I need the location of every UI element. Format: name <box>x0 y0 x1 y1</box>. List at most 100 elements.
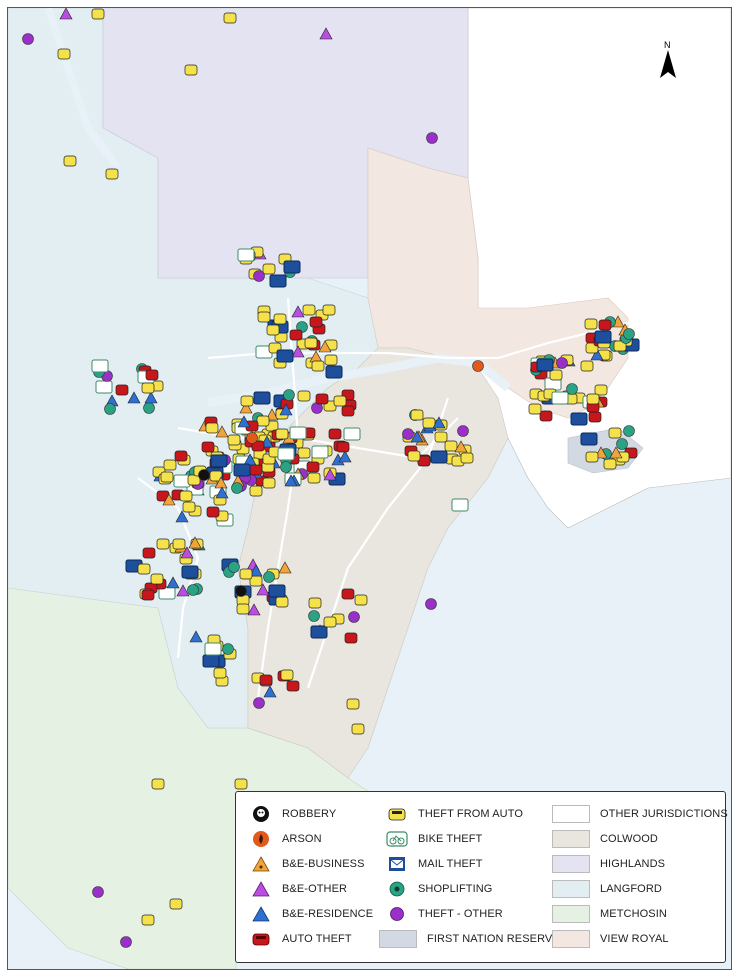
theft-other-marker[interactable] <box>120 936 132 948</box>
theft-from-auto-marker[interactable] <box>249 485 263 497</box>
auto-theft-marker[interactable] <box>142 547 156 559</box>
theft-from-auto-marker[interactable] <box>91 8 105 20</box>
bike-theft-marker[interactable] <box>95 380 113 394</box>
mail-theft-marker[interactable] <box>310 625 328 639</box>
theft-from-auto-marker[interactable] <box>160 471 174 483</box>
shoplifting-marker[interactable] <box>187 584 199 596</box>
theft-other-marker[interactable] <box>22 33 34 45</box>
theft-other-marker[interactable] <box>92 886 104 898</box>
theft-from-auto-marker[interactable] <box>187 474 201 486</box>
theft-other-marker[interactable] <box>457 425 469 437</box>
auto-theft-marker[interactable] <box>344 632 358 644</box>
theft-from-auto-marker[interactable] <box>234 778 248 790</box>
shoplifting-marker[interactable] <box>228 561 240 573</box>
theft-from-auto-marker[interactable] <box>63 155 77 167</box>
theft-from-auto-marker[interactable] <box>137 563 151 575</box>
theft-from-auto-marker[interactable] <box>422 417 436 429</box>
bike-theft-marker[interactable] <box>277 447 295 461</box>
auto-theft-marker[interactable] <box>539 410 553 422</box>
mail-theft-marker[interactable] <box>181 565 199 579</box>
mail-theft-marker[interactable] <box>276 349 294 363</box>
shoplifting-marker[interactable] <box>143 402 155 414</box>
theft-from-auto-marker[interactable] <box>223 12 237 24</box>
theft-from-auto-marker[interactable] <box>324 354 338 366</box>
shoplifting-marker[interactable] <box>616 438 628 450</box>
theft-from-auto-marker[interactable] <box>236 594 250 606</box>
theft-from-auto-marker[interactable] <box>266 324 280 336</box>
theft-from-auto-marker[interactable] <box>585 451 599 463</box>
robbery-marker[interactable] <box>235 585 247 597</box>
mail-theft-marker[interactable] <box>580 432 598 446</box>
mail-theft-marker[interactable] <box>594 330 612 344</box>
theft-from-auto-marker[interactable] <box>594 384 608 396</box>
bike-theft-marker[interactable] <box>289 426 307 440</box>
theft-other-marker[interactable] <box>253 270 265 282</box>
theft-from-auto-marker[interactable] <box>528 403 542 415</box>
robbery-marker[interactable] <box>198 469 210 481</box>
theft-from-auto-marker[interactable] <box>333 395 347 407</box>
theft-other-marker[interactable] <box>426 132 438 144</box>
auto-theft-marker[interactable] <box>341 588 355 600</box>
theft-from-auto-marker[interactable] <box>444 440 458 452</box>
auto-theft-marker[interactable] <box>341 405 355 417</box>
theft-from-auto-marker[interactable] <box>322 304 336 316</box>
theft-from-auto-marker[interactable] <box>169 898 183 910</box>
bike-theft-marker[interactable] <box>343 427 361 441</box>
auto-theft-marker[interactable] <box>115 384 129 396</box>
mail-theft-marker[interactable] <box>233 463 251 477</box>
auto-theft-marker[interactable] <box>141 589 155 601</box>
theft-from-auto-marker[interactable] <box>141 914 155 926</box>
theft-from-auto-marker[interactable] <box>105 168 119 180</box>
auto-theft-marker[interactable] <box>201 441 215 453</box>
mail-theft-marker[interactable] <box>253 391 271 405</box>
bike-theft-marker[interactable] <box>91 359 109 373</box>
theft-from-auto-marker[interactable] <box>275 596 289 608</box>
theft-from-auto-marker[interactable] <box>57 48 71 60</box>
auto-theft-marker[interactable] <box>588 411 602 423</box>
mail-theft-marker[interactable] <box>210 454 228 468</box>
theft-other-marker[interactable] <box>425 598 437 610</box>
theft-from-auto-marker[interactable] <box>608 427 622 439</box>
auto-theft-marker[interactable] <box>259 674 273 686</box>
theft-from-auto-marker[interactable] <box>172 538 186 550</box>
auto-theft-marker[interactable] <box>309 316 323 328</box>
theft-from-auto-marker[interactable] <box>354 594 368 606</box>
theft-from-auto-marker[interactable] <box>141 382 155 394</box>
theft-from-auto-marker[interactable] <box>280 669 294 681</box>
theft-from-auto-marker[interactable] <box>262 263 276 275</box>
auto-theft-marker[interactable] <box>328 428 342 440</box>
theft-from-auto-marker[interactable] <box>307 472 321 484</box>
theft-from-auto-marker[interactable] <box>580 360 594 372</box>
theft-from-auto-marker[interactable] <box>549 369 563 381</box>
shoplifting-marker[interactable] <box>222 643 234 655</box>
auto-theft-marker[interactable] <box>145 369 159 381</box>
theft-from-auto-marker[interactable] <box>460 452 474 464</box>
theft-from-auto-marker[interactable] <box>275 428 289 440</box>
theft-from-auto-marker[interactable] <box>297 447 311 459</box>
theft-from-auto-marker[interactable] <box>308 597 322 609</box>
shoplifting-marker[interactable] <box>283 389 295 401</box>
theft-from-auto-marker[interactable] <box>239 568 253 580</box>
arson-marker[interactable] <box>246 432 258 444</box>
auto-theft-marker[interactable] <box>306 461 320 473</box>
theft-from-auto-marker[interactable] <box>586 393 600 405</box>
shoplifting-marker[interactable] <box>104 403 116 415</box>
theft-from-auto-marker[interactable] <box>184 64 198 76</box>
theft-from-auto-marker[interactable] <box>156 538 170 550</box>
theft-other-marker[interactable] <box>348 611 360 623</box>
auto-theft-marker[interactable] <box>249 464 263 476</box>
bike-theft-marker[interactable] <box>237 248 255 262</box>
shoplifting-marker[interactable] <box>308 610 320 622</box>
auto-theft-marker[interactable] <box>286 680 300 692</box>
theft-from-auto-marker[interactable] <box>311 360 325 372</box>
theft-from-auto-marker[interactable] <box>273 313 287 325</box>
auto-theft-marker[interactable] <box>206 506 220 518</box>
theft-from-auto-marker[interactable] <box>257 311 271 323</box>
bike-theft-marker[interactable] <box>173 474 191 488</box>
theft-from-auto-marker[interactable] <box>584 318 598 330</box>
theft-from-auto-marker[interactable] <box>236 603 250 615</box>
theft-from-auto-marker[interactable] <box>304 337 318 349</box>
auto-theft-marker[interactable] <box>315 393 329 405</box>
mail-theft-marker[interactable] <box>283 260 301 274</box>
mail-theft-marker[interactable] <box>570 412 588 426</box>
